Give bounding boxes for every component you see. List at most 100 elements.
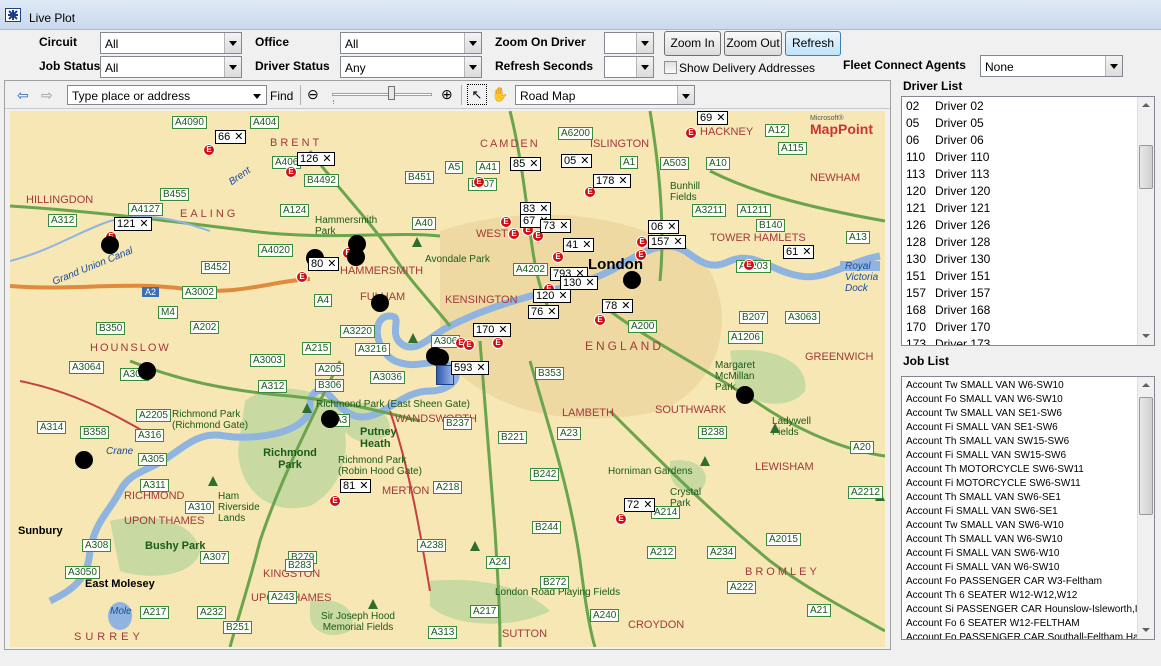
close-icon[interactable]: ✕ [559, 220, 568, 232]
job-list-item[interactable]: Account Fo PASSENGER CAR W3-Feltham [906, 576, 1102, 590]
driver-list-item[interactable]: 121 Driver 121 [906, 201, 990, 218]
close-icon[interactable]: ✕ [618, 175, 627, 187]
driver-label[interactable]: 76 ✕ [528, 305, 560, 319]
zoom-in-button[interactable]: Zoom In [664, 31, 721, 56]
close-icon[interactable]: ✕ [359, 480, 368, 492]
driver-list[interactable]: 02 Driver 02 05 Driver 05 06 Driver 06 110 Driv… [901, 96, 1155, 346]
scroll-up-icon[interactable] [1138, 97, 1154, 114]
refresh-button[interactable]: Refresh [785, 31, 841, 56]
driver-label[interactable]: 06 ✕ [648, 220, 680, 234]
scroll-down-icon[interactable] [1138, 328, 1154, 345]
chevron-down-icon[interactable] [249, 86, 266, 104]
job-list-item[interactable]: Account Fi SMALL VAN SW6-W10 [906, 548, 1059, 562]
show-delivery-checkbox[interactable] [664, 61, 677, 74]
refresh-seconds-dropdown[interactable] [604, 56, 654, 78]
driver-status-dropdown[interactable]: Any [340, 56, 482, 78]
select-pointer-icon[interactable]: ↖ [467, 84, 487, 105]
job-list-item[interactable]: Account Fi MOTORCYCLE SW6-SW11 [906, 478, 1081, 492]
delivery-marker-icon[interactable]: E [508, 228, 520, 240]
driver-position-marker[interactable] [623, 271, 641, 289]
driver-label[interactable]: 593 ✕ [451, 361, 489, 375]
chevron-down-icon[interactable] [636, 57, 653, 77]
zoom-slider-thumb[interactable] [388, 86, 395, 100]
job-list-item[interactable]: Account Th 6 SEATER W12-W12,W12 [906, 590, 1077, 604]
driver-list-item[interactable]: 06 Driver 06 [906, 133, 984, 150]
close-icon[interactable]: ✕ [673, 236, 682, 248]
job-list-item[interactable]: Account Tw SMALL VAN SE1-SW6 [906, 408, 1062, 422]
delivery-marker-icon[interactable]: E [329, 495, 341, 507]
close-icon[interactable]: ✕ [802, 246, 811, 258]
driver-position-marker[interactable] [736, 386, 754, 404]
chevron-down-icon[interactable] [636, 33, 653, 53]
close-icon[interactable]: ✕ [498, 324, 507, 336]
driver-list-scrollbar[interactable] [1137, 97, 1154, 345]
driver-list-item[interactable]: 151 Driver 151 [906, 269, 990, 286]
driver-position-marker[interactable] [347, 248, 365, 266]
driver-label[interactable]: 05 ✕ [561, 154, 593, 168]
close-icon[interactable]: ✕ [558, 290, 567, 302]
driver-position-marker[interactable] [321, 410, 339, 428]
close-icon[interactable]: ✕ [621, 300, 630, 312]
close-icon[interactable]: ✕ [139, 218, 148, 230]
zoom-on-driver-dropdown[interactable] [604, 32, 654, 54]
driver-list-item[interactable]: 170 Driver 170 [906, 320, 990, 337]
chevron-down-icon[interactable] [464, 33, 481, 53]
chevron-down-icon[interactable] [464, 57, 481, 77]
close-icon[interactable]: ✕ [716, 112, 725, 124]
driver-position-marker[interactable] [138, 362, 156, 380]
delivery-marker-icon[interactable]: E [552, 251, 564, 263]
delivery-marker-icon[interactable]: E [594, 314, 606, 326]
driver-list-item[interactable]: 126 Driver 126 [906, 218, 990, 235]
job-list-item[interactable]: Account Th MOTORCYCLE SW6-SW11 [906, 464, 1084, 478]
chevron-down-icon[interactable] [224, 33, 241, 53]
close-icon[interactable]: ✕ [582, 239, 591, 251]
close-icon[interactable]: ✕ [322, 153, 331, 165]
job-list-item[interactable]: Account Fi SMALL VAN SW15-SW6 [906, 450, 1066, 464]
driver-label[interactable]: 73 ✕ [540, 219, 572, 233]
road-map[interactable]: Microsoft® MapPoint BRENT CAMDEN ISLINGT… [10, 111, 885, 647]
place-search-input[interactable]: Type place or address [67, 85, 267, 105]
driver-label[interactable]: 66 ✕ [215, 130, 247, 144]
driver-list-item[interactable]: 157 Driver 157 [906, 286, 990, 303]
driver-label[interactable]: 120 ✕ [533, 289, 571, 303]
job-list[interactable]: Account Tw SMALL VAN W6-SW10 Account Fo S… [901, 376, 1155, 640]
chevron-down-icon[interactable] [677, 86, 694, 104]
pan-hand-icon[interactable]: ✋ [491, 86, 508, 103]
driver-label[interactable]: 80 ✕ [308, 257, 340, 271]
job-list-item[interactable]: Account Th SMALL VAN SW15-SW6 [906, 436, 1069, 450]
driver-label[interactable]: 85 ✕ [510, 157, 542, 171]
back-arrow-icon[interactable]: ⇦ [17, 87, 29, 103]
driver-label[interactable]: 157 ✕ [648, 235, 686, 249]
driver-label[interactable]: 126 ✕ [297, 152, 335, 166]
driver-list-item[interactable]: 113 Driver 113 [906, 167, 989, 184]
close-icon[interactable]: ✕ [580, 155, 589, 167]
delivery-marker-icon[interactable]: E [203, 144, 215, 156]
delivery-marker-icon[interactable]: E [463, 339, 475, 351]
job-list-item[interactable]: Account Fi SMALL VAN SW6-SE1 [906, 506, 1058, 520]
zoom-in-icon[interactable]: ⊕ [441, 86, 453, 103]
driver-list-item[interactable]: 173 Driver 173 [906, 337, 990, 345]
close-icon[interactable]: ✕ [529, 158, 538, 170]
job-list-item[interactable]: Account Th SMALL VAN SW6-SE1 [906, 492, 1061, 506]
zoom-out-button[interactable]: Zoom Out [724, 31, 782, 56]
job-list-item[interactable]: Account Tw SMALL VAN SW6-W10 [906, 520, 1064, 534]
scroll-down-icon[interactable] [1138, 622, 1154, 639]
driver-label[interactable]: 178 ✕ [593, 174, 631, 188]
delivery-marker-icon[interactable]: E [743, 259, 755, 271]
job-list-item[interactable]: Account Fo 6 SEATER W12-FELTHAM [906, 618, 1080, 632]
delivery-marker-icon[interactable]: E [635, 249, 647, 261]
driver-list-item[interactable]: 02 Driver 02 [906, 99, 984, 116]
driver-list-item[interactable]: 168 Driver 168 [906, 303, 990, 320]
driver-label[interactable]: 121 ✕ [114, 217, 152, 231]
driver-position-marker[interactable] [101, 236, 119, 254]
find-button[interactable]: Find [270, 89, 293, 103]
close-icon[interactable]: ✕ [585, 277, 594, 289]
zoom-slider-track[interactable] [332, 93, 432, 96]
driver-label[interactable]: 130 ✕ [560, 276, 598, 290]
delivery-marker-icon[interactable]: E [296, 271, 308, 283]
driver-position-marker[interactable] [371, 294, 389, 312]
zoom-out-icon[interactable]: ⊖ [307, 86, 319, 103]
job-list-item[interactable]: Account Fo PASSENGER CAR Southall-Feltha… [906, 632, 1151, 639]
chevron-down-icon[interactable] [224, 57, 241, 77]
driver-label[interactable]: 61 ✕ [783, 245, 815, 259]
